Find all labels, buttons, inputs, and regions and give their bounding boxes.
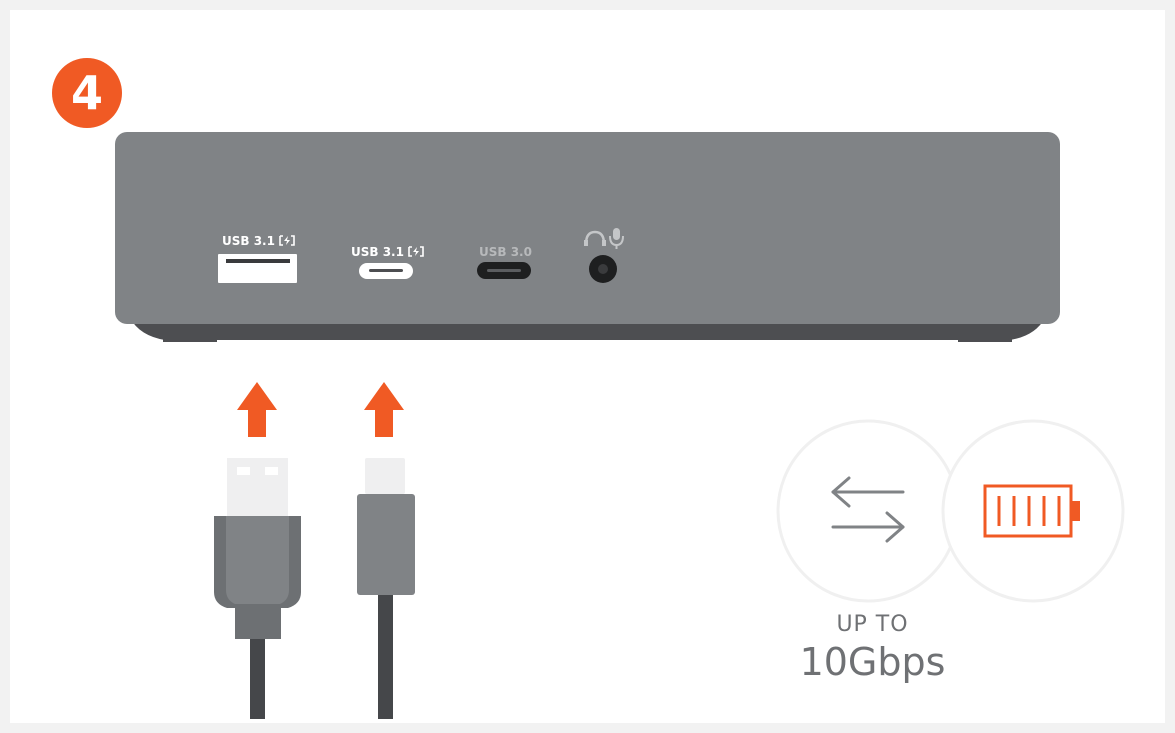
port-label-usb31-c: USB 3.1 (351, 245, 424, 259)
dock-body (115, 132, 1060, 324)
usb-c-port-31-tongue (369, 269, 403, 272)
usb-a-port-slot (226, 259, 290, 263)
speed-prefix: UP TO (836, 612, 909, 637)
charging-circle (941, 419, 1125, 603)
usb-a-cable (214, 458, 301, 719)
dock-foot-left (163, 334, 217, 342)
usb-a-port (218, 254, 297, 283)
port-label-text: USB 3.1 (351, 245, 404, 259)
port-label-usb31-a: USB 3.1 (222, 234, 295, 248)
dock-foot-right (958, 334, 1012, 342)
dock-illustration (115, 132, 1125, 719)
usb-c-port-30-tongue (487, 269, 521, 272)
arrow-up-icon (364, 382, 404, 437)
usb-c-cable (357, 458, 415, 719)
port-label-usb30: USB 3.0 (479, 245, 532, 259)
audio-jack-hole (598, 264, 608, 274)
data-transfer-circle (776, 419, 960, 603)
power-delivery-icon (279, 235, 295, 246)
step-number-badge: 4 (52, 58, 122, 128)
speed-value: 10Gbps (799, 640, 946, 684)
port-label-text: USB 3.1 (222, 234, 275, 248)
power-delivery-icon (408, 246, 424, 257)
arrow-up-icon (237, 382, 277, 437)
